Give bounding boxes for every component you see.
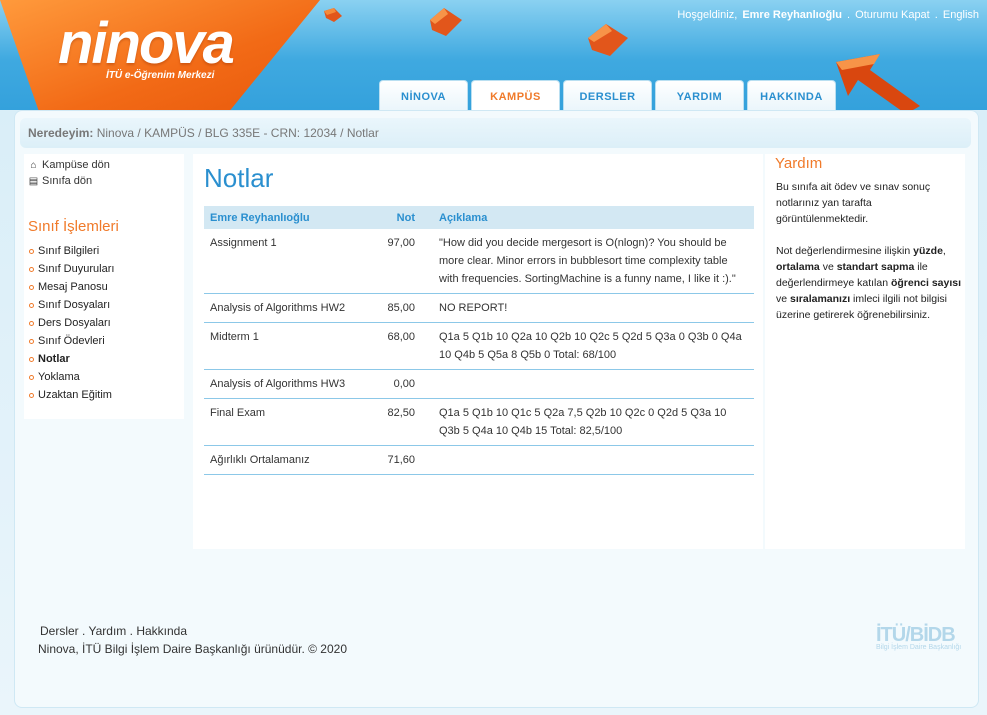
footer-link-hakkinda[interactable]: Hakkında (136, 624, 187, 638)
menu-item-sinif-bilgileri[interactable]: Sınıf Bilgileri (29, 242, 114, 260)
copyright-text: Ninova, İTÜ Bilgi İşlem Daire Başkanlığı… (38, 642, 347, 656)
grade-item-name: Analysis of Algorithms HW2 (204, 293, 379, 323)
back-to-class-link[interactable]: ▤ Sınıfa dön (28, 173, 110, 189)
grade-note: NO REPORT! (421, 293, 754, 323)
main-tabs: NİNOVA KAMPÜS DERSLER YARDIM HAKKINDA (379, 80, 836, 112)
footer-links: Dersler . Yardım . Hakkında (40, 624, 188, 638)
help-text: Bu sınıfa ait ödev ve sınav sonuç notlar… (776, 179, 964, 323)
breadcrumb-path[interactable]: Ninova / KAMPÜS / BLG 335E - CRN: 12034 … (97, 126, 379, 140)
menu-item-yoklama[interactable]: Yoklama (29, 368, 114, 386)
bullet-icon (29, 320, 34, 326)
footer-link-yardim[interactable]: Yardım (88, 624, 126, 638)
page-title: Notlar (204, 163, 274, 193)
bullet-icon (29, 356, 34, 362)
grade-item-name: Midterm 1 (204, 322, 379, 370)
page-icon: ▤ (28, 175, 39, 187)
grade-note: "How did you decide mergesort is O(nlogn… (421, 229, 754, 294)
grade-value[interactable]: 68,00 (379, 322, 421, 370)
grade-value[interactable]: 85,00 (379, 293, 421, 323)
column-header-grade: Not (379, 206, 421, 229)
grades-table: Emre Reyhanlıoğlu Not Açıklama Assignmen… (204, 206, 754, 475)
bullet-icon (29, 284, 34, 290)
grade-value[interactable]: 82,50 (379, 398, 421, 446)
bullet-icon (29, 392, 34, 398)
arrow-decor-icon (836, 54, 920, 112)
itu-bidb-logo[interactable]: İTÜ/BİDB Bilgi İşlem Daire Başkanlığı (876, 624, 961, 651)
table-header: Emre Reyhanlıoğlu Not Açıklama (204, 206, 754, 229)
class-ops-title: Sınıf İşlemleri (28, 218, 119, 235)
menu-item-mesaj-panosu[interactable]: Mesaj Panosu (29, 278, 114, 296)
arrow-decor-icon (324, 8, 342, 22)
table-row[interactable]: Assignment 1 97,00 "How did you decide m… (204, 229, 754, 294)
menu-item-sinif-duyurulari[interactable]: Sınıf Duyuruları (29, 260, 114, 278)
menu-item-sinif-dosyalari[interactable]: Sınıf Dosyaları (29, 296, 114, 314)
breadcrumb: Neredeyim: Ninova / KAMPÜS / BLG 335E - … (20, 118, 971, 148)
bullet-icon (29, 374, 34, 380)
header: ninova İTÜ e-Öğrenim Merkezi Hoşgeldiniz… (0, 0, 987, 112)
grade-value[interactable]: 0,00 (379, 369, 421, 399)
user-name[interactable]: Emre Reyhanlıoğlu (742, 9, 842, 21)
grade-note (421, 445, 754, 475)
grade-note: Q1a 5 Q1b 10 Q1c 5 Q2a 7,5 Q2b 10 Q2c 0 … (421, 398, 754, 446)
bullet-icon (29, 302, 34, 308)
table-row[interactable]: Ağırlıklı Ortalamanız 71,60 (204, 445, 754, 475)
grade-note (421, 369, 754, 399)
tab-kampus[interactable]: KAMPÜS (471, 80, 560, 112)
grade-value[interactable]: 97,00 (379, 229, 421, 294)
arrow-decor-icon (430, 8, 462, 36)
grade-value[interactable]: 71,60 (379, 445, 421, 475)
home-icon: ⌂ (30, 159, 37, 171)
footer-link-dersler[interactable]: Dersler (40, 624, 79, 638)
column-header-note: Açıklama (421, 206, 754, 229)
help-title: Yardım (775, 155, 823, 172)
table-row[interactable]: Analysis of Algorithms HW2 85,00 NO REPO… (204, 293, 754, 323)
logo-subtitle: İTÜ e-Öğrenim Merkezi (106, 70, 215, 81)
help-paragraph: Not değerlendirmesine ilişkin yüzde, ort… (776, 245, 962, 321)
bullet-icon (29, 338, 34, 344)
user-bar: Hoşgeldiniz, Emre Reyhanlıoğlu . Oturumu… (677, 9, 979, 21)
tab-hakkinda[interactable]: HAKKINDA (747, 80, 836, 112)
help-paragraph: Bu sınıfa ait ödev ve sınav sonuç notlar… (776, 181, 931, 225)
ninova-logo[interactable]: ninova (58, 10, 235, 77)
grade-item-name: Analysis of Algorithms HW3 (204, 369, 379, 399)
menu-item-notlar[interactable]: Notlar (29, 350, 114, 368)
breadcrumb-label: Neredeyim: (28, 126, 94, 140)
grade-item-name: Final Exam (204, 398, 379, 446)
tab-yardim[interactable]: YARDIM (655, 80, 744, 112)
tab-ninova[interactable]: NİNOVA (379, 80, 468, 112)
bullet-icon (29, 266, 34, 272)
menu-item-uzaktan-egitim[interactable]: Uzaktan Eğitim (29, 386, 114, 404)
back-to-campus-link[interactable]: ⌂ Kampüse dön (28, 157, 109, 173)
menu-item-sinif-odevleri[interactable]: Sınıf Ödevleri (29, 332, 114, 350)
table-row[interactable]: Final Exam 82,50 Q1a 5 Q1b 10 Q1c 5 Q2a … (204, 398, 754, 446)
column-header-student: Emre Reyhanlıoğlu (204, 206, 379, 229)
english-link[interactable]: English (943, 9, 979, 21)
back-links: ⌂ Kampüse dön ▤ Sınıfa dön (28, 157, 110, 189)
grade-note: Q1a 5 Q1b 10 Q2a 10 Q2b 10 Q2c 5 Q2d 5 Q… (421, 322, 754, 370)
table-row[interactable]: Analysis of Algorithms HW3 0,00 (204, 369, 754, 399)
class-ops-menu: Sınıf Bilgileri Sınıf Duyuruları Mesaj P… (29, 242, 114, 404)
arrow-decor-icon (588, 24, 628, 56)
grade-item-name: Ağırlıklı Ortalamanız (204, 445, 379, 475)
bullet-icon (29, 248, 34, 254)
grade-item-name: Assignment 1 (204, 229, 379, 294)
logout-link[interactable]: Oturumu Kapat (855, 9, 930, 21)
greeting-text: Hoşgeldiniz, (677, 9, 738, 21)
menu-item-ders-dosyalari[interactable]: Ders Dosyaları (29, 314, 114, 332)
table-row[interactable]: Midterm 1 68,00 Q1a 5 Q1b 10 Q2a 10 Q2b … (204, 322, 754, 370)
tab-dersler[interactable]: DERSLER (563, 80, 652, 112)
